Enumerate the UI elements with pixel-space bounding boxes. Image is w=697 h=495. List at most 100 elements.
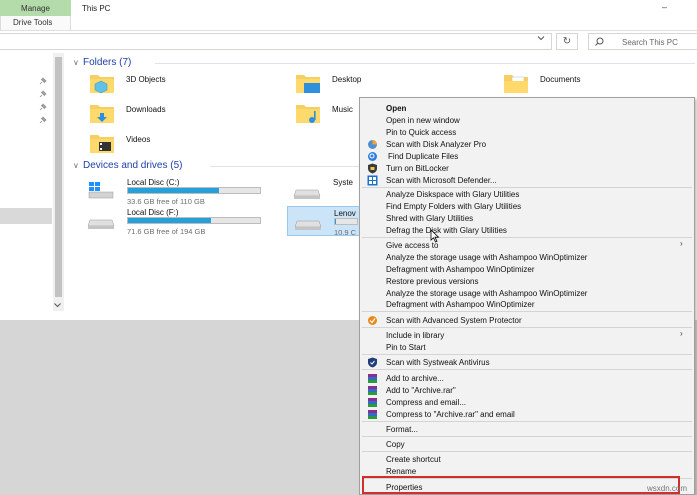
drive-name: Local Disc (C:) <box>127 178 180 187</box>
winrar-icon <box>368 398 377 407</box>
collapse-chevron-icon[interactable]: ∨ <box>73 161 83 170</box>
menu-item-restore-versions[interactable]: Restore previous versions <box>386 277 478 286</box>
videos-folder-icon <box>90 135 114 153</box>
nav-item-this-pc[interactable] <box>0 208 52 224</box>
drive-free-space: 33.6 GB free of 110 GB <box>127 197 205 206</box>
folder-item[interactable]: 3D Objects <box>89 71 289 97</box>
address-history-chevron-icon[interactable] <box>537 34 545 44</box>
folder-item[interactable]: Documents <box>503 71 697 97</box>
system-protector-icon <box>368 316 377 325</box>
nav-scrollbar-thumb[interactable] <box>55 57 62 297</box>
minimize-button[interactable]: – <box>662 2 672 12</box>
drive-tools-tab[interactable]: Drive Tools <box>0 16 71 30</box>
search-input[interactable]: Search This PC <box>588 33 697 50</box>
music-folder-icon <box>296 105 320 123</box>
folder-label: Music <box>332 105 353 114</box>
menu-item-create-shortcut[interactable]: Create shortcut <box>386 455 441 464</box>
downloads-folder-icon <box>90 105 114 123</box>
menu-item-rename[interactable]: Rename <box>386 467 416 476</box>
menu-item-pin-start[interactable]: Pin to Start <box>386 343 426 352</box>
pin-icon <box>38 90 47 99</box>
folder-item[interactable]: Desktop <box>295 71 495 97</box>
drive-usage-bar <box>334 218 358 225</box>
menu-item-add-archive[interactable]: Add to archive... <box>386 374 444 383</box>
menu-item-systweak-antivirus[interactable]: Scan with Systweak Antivirus <box>386 358 490 367</box>
folder-label: Downloads <box>126 105 166 114</box>
drive-usage-fill <box>128 188 220 193</box>
menu-item-include-library[interactable]: Include in library <box>386 331 444 340</box>
pin-icon <box>38 116 47 125</box>
menu-item-ashampoo-defrag-2[interactable]: Defragment with Ashampoo WinOptimizer <box>386 300 535 309</box>
menu-separator <box>362 451 692 452</box>
window-title: This PC <box>82 4 111 13</box>
drive-f[interactable]: Local Disc (F:) 71.6 GB free of 194 GB <box>85 206 285 236</box>
menu-item-open[interactable]: Open <box>386 104 406 113</box>
pin-icon <box>38 103 47 112</box>
drive-usage-bar <box>127 217 261 224</box>
properties-highlight-box <box>362 476 680 494</box>
submenu-arrow-icon: › <box>680 239 683 248</box>
documents-folder-icon <box>504 75 528 93</box>
menu-item-defender[interactable]: Scan with Microsoft Defender... <box>386 176 497 185</box>
duplicate-files-icon <box>368 152 377 161</box>
folder-label: 3D Objects <box>126 75 166 84</box>
menu-separator <box>362 436 692 437</box>
windows-drive-icon <box>88 182 114 199</box>
menu-item-format[interactable]: Format... <box>386 425 418 434</box>
folders-section-header[interactable]: ∨ Folders (7) <box>73 57 131 68</box>
devices-section-header[interactable]: ∨ Devices and drives (5) <box>73 160 182 171</box>
drive-free-space: 71.6 GB free of 194 GB <box>127 227 206 236</box>
drive-name: Syste <box>333 178 354 187</box>
menu-item-glary-shred[interactable]: Shred with Glary Utilities <box>386 214 473 223</box>
menu-item-ashampoo-defrag[interactable]: Defragment with Ashampoo WinOptimizer <box>386 265 535 274</box>
search-placeholder: Search This PC <box>622 38 678 47</box>
collapse-chevron-icon[interactable]: ∨ <box>73 58 83 67</box>
menu-separator <box>362 421 692 422</box>
menu-item-open-new-window[interactable]: Open in new window <box>386 116 460 125</box>
hard-drive-icon <box>294 220 322 230</box>
folder-item[interactable]: Downloads <box>89 101 289 127</box>
menu-item-ashampoo-analyze[interactable]: Analyze the storage usage with Ashampoo … <box>386 253 587 262</box>
menu-item-find-duplicates[interactable]: Find Duplicate Files <box>388 152 458 161</box>
disk-analyzer-icon <box>368 140 377 149</box>
refresh-button[interactable]: ↻ <box>556 33 578 50</box>
hard-drive-icon <box>87 219 115 229</box>
menu-item-glary-defrag[interactable]: Defrag the Disk with Glary Utilities <box>386 226 507 235</box>
address-row: ↻ Search This PC <box>0 31 697 53</box>
menu-item-system-protector[interactable]: Scan with Advanced System Protector <box>386 316 522 325</box>
winrar-icon <box>368 410 377 419</box>
mouse-cursor-icon <box>430 229 440 243</box>
watermark: wsxdn.com <box>647 484 688 493</box>
menu-item-bitlocker[interactable]: Turn on BitLocker <box>386 164 449 173</box>
manage-tab[interactable]: Manage <box>0 0 71 16</box>
menu-item-add-archive-rar[interactable]: Add to "Archive.rar" <box>386 386 456 395</box>
drive-usage-bar <box>127 187 261 194</box>
menu-item-ashampoo-analyze-2[interactable]: Analyze the storage usage with Ashampoo … <box>386 289 587 298</box>
bitlocker-shield-icon <box>368 163 377 174</box>
menu-item-disk-analyzer[interactable]: Scan with Disk Analyzer Pro <box>386 140 486 149</box>
drive-lenovo[interactable]: Lenov 10.9 C <box>287 206 360 237</box>
drive-c[interactable]: Local Disc (C:) 33.6 GB free of 110 GB <box>85 176 285 206</box>
menu-separator <box>362 237 692 238</box>
menu-item-pin-quick-access[interactable]: Pin to Quick access <box>386 128 456 137</box>
folder-label: Desktop <box>332 75 362 84</box>
menu-separator <box>362 327 692 328</box>
menu-item-compress-email[interactable]: Compress and email... <box>386 398 466 407</box>
3d-objects-folder-icon <box>90 75 114 94</box>
drive-name: Lenov <box>334 209 356 218</box>
drive-usage-fill <box>128 218 212 223</box>
menu-item-compress-rar-email[interactable]: Compress to "Archive.rar" and email <box>386 410 515 419</box>
ribbon: Manage Drive Tools This PC – <box>0 0 697 30</box>
menu-item-copy[interactable]: Copy <box>386 440 405 449</box>
address-bar[interactable] <box>0 33 552 50</box>
menu-item-glary-empty-folders[interactable]: Find Empty Folders with Glary Utilities <box>386 202 521 211</box>
scroll-down-icon[interactable] <box>54 302 61 310</box>
menu-item-glary-analyze[interactable]: Analyze Diskspace with Glary Utilities <box>386 190 519 199</box>
defender-icon <box>367 175 378 186</box>
devices-header-label: Devices and drives (5) <box>83 160 183 171</box>
pin-icon <box>38 77 47 86</box>
menu-separator <box>362 369 692 370</box>
winrar-icon <box>368 386 377 395</box>
submenu-arrow-icon: › <box>680 329 683 338</box>
folder-item[interactable]: Videos <box>89 131 289 157</box>
